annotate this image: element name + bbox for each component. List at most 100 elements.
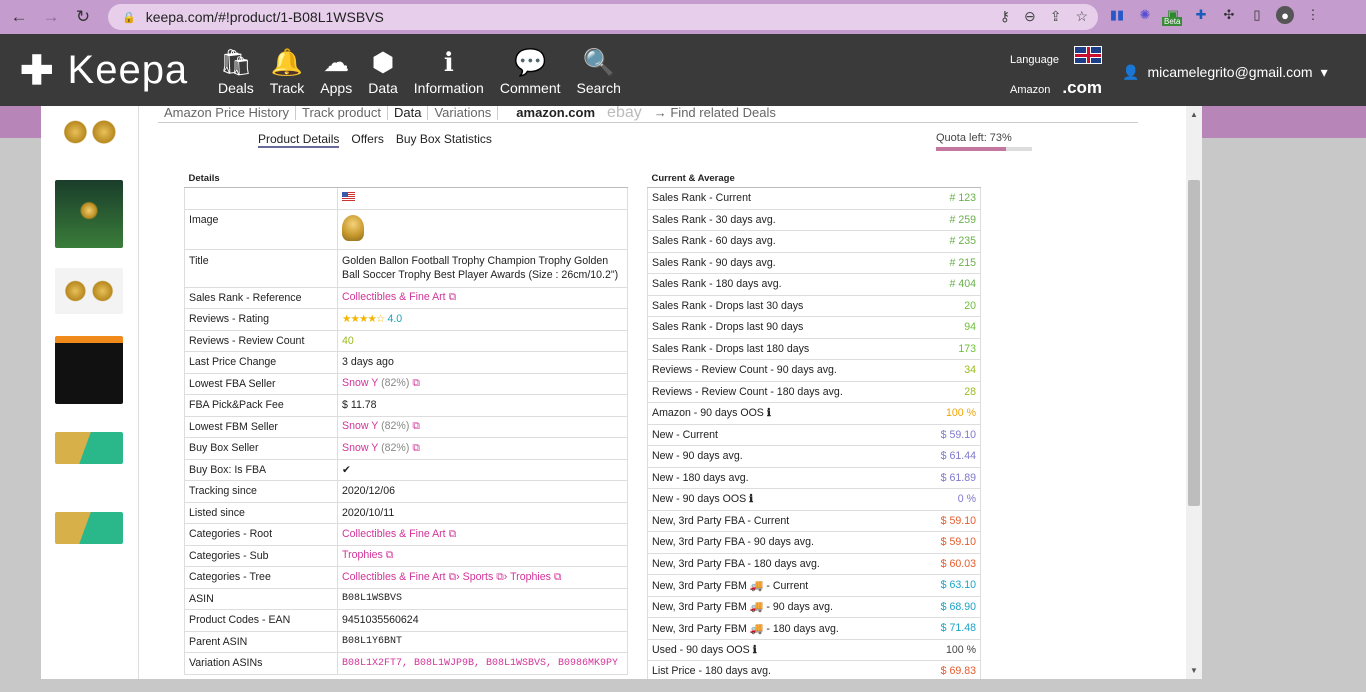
profile-avatar[interactable]: ● [1276,6,1294,24]
stat-key: Used - 90 days OOS [652,643,750,656]
menu-data[interactable]: ⬢ Data [368,44,398,96]
subtab-buy-box-statistics[interactable]: Buy Box Statistics [396,132,492,148]
bookmark-star-icon[interactable]: ☆ [1075,8,1088,25]
category-link[interactable]: Collectibles & Fine Art [342,571,446,583]
menu-deals[interactable]: 🛍 Deals [218,44,254,96]
detail-key: Reviews - Rating [184,308,338,331]
thumbnail-2[interactable] [55,180,123,248]
beta-badge: Beta [1162,17,1183,26]
current-header: Current & Average [647,168,981,188]
keepa-extension-icon[interactable]: ▮▮ [1108,6,1126,24]
uk-flag-icon[interactable] [1074,46,1102,64]
sidepanel-icon[interactable]: ▯ [1248,6,1266,24]
back-icon[interactable]: ← [6,4,32,30]
menu-search[interactable]: 🔍 Search [577,44,621,96]
modal-scrollbar[interactable]: ▲ ▼ [1186,106,1202,679]
subtab-product-details[interactable]: Product Details [258,132,340,148]
tab-variations[interactable]: Variations [428,106,499,120]
tab-data[interactable]: Data [388,106,429,120]
chat-icon: 💬 [513,47,547,77]
subtab-offers[interactable]: Offers [351,132,383,148]
category-link[interactable]: Sports [463,571,494,583]
plus-icon: ✚ [20,48,54,93]
user-menu[interactable]: 👤 micamelegrito@gmail.com ▾ [1122,64,1328,81]
menu-information[interactable]: ℹ Information [414,44,484,96]
seller-link[interactable]: Snow Y [342,442,378,454]
rating-value: 4.0 [387,313,403,326]
thumbnail-4[interactable] [55,336,123,404]
external-link-icon[interactable]: ⧉ [449,528,457,540]
detail-key: Categories - Tree [184,566,338,589]
url-text[interactable]: keepa.com/#!product/1-B08L1WSBVS [146,9,384,25]
stat-key: New, 3rd Party FBM [652,601,747,614]
brand-name: Keepa [67,48,189,92]
scroll-up-icon[interactable]: ▲ [1186,110,1202,119]
tab-price-history[interactable]: Amazon Price History [158,106,296,120]
thumbnail-1[interactable] [55,108,123,156]
puzzle-icon[interactable]: ✣ [1220,6,1238,24]
stat-value: $ 61.89 [898,467,981,489]
ebay-logo[interactable]: ebay [601,106,648,122]
address-bar[interactable]: 🔒 keepa.com/#!product/1-B08L1WSBVS ⚷ ⊖ ⇪… [108,4,1098,30]
external-link-icon[interactable]: ⧉ [412,377,420,389]
product-image[interactable] [342,214,364,241]
seller-rating: (82%) [381,377,410,390]
seller-link[interactable]: Snow Y [342,377,378,389]
stat-value: # 259 [898,209,981,231]
beta-extension-icon[interactable]: ▣ Beta [1162,6,1183,26]
stat-key: New, 3rd Party FBM [652,622,747,635]
product-title: Golden Ballon Football Trophy Champion T… [337,249,628,288]
external-link-icon[interactable]: ⧉ [386,549,394,561]
external-link-icon[interactable]: ⧉ [412,420,420,432]
shopping-bag-icon: 🛍 [219,47,253,77]
cloud-download-icon: ☁ [323,47,350,77]
scroll-down-icon[interactable]: ▼ [1186,666,1202,675]
detail-key [184,187,338,210]
scrollbar-thumb[interactable] [1188,180,1200,506]
key-icon[interactable]: ⚷ [1000,8,1010,25]
more-menu-icon[interactable]: ⋮ [1304,6,1322,24]
amazon-logo[interactable]: amazon.com [510,106,601,120]
menu-label: Data [368,80,398,96]
menu-track[interactable]: 🔔 Track [270,44,304,96]
menu-label: Search [576,80,621,96]
thumbnail-3[interactable] [55,268,123,314]
keepa-logo[interactable]: ✚ Keepa [20,48,188,93]
thumbnail-5[interactable] [55,432,123,464]
category-link[interactable]: Trophies [342,549,383,561]
external-link-icon[interactable]: ⧉ [554,571,562,583]
keepa-header: ✚ Keepa 🛍 Deals 🔔 Track ☁ Apps ⬢ Data ℹ Infor… [0,34,1366,106]
stat-value: # 235 [898,230,981,253]
external-link-icon[interactable]: ⧉ [449,291,457,303]
category-link[interactable]: Collectibles & Fine Art [342,291,446,303]
detail-key: Last Price Change [184,351,338,374]
share-icon[interactable]: ⇪ [1050,8,1062,25]
info-icon[interactable]: ℹ [749,493,753,505]
category-link[interactable]: Collectibles & Fine Art [342,528,446,540]
seller-link[interactable]: Snow Y [342,420,378,432]
sparkle-extension-icon[interactable]: ✺ [1136,6,1154,24]
forward-icon[interactable]: → [38,4,64,30]
tab-track-product[interactable]: Track product [296,106,388,120]
user-email: micamelegrito@gmail.com [1147,64,1313,80]
stat-value: 100 % [898,639,981,661]
external-link-icon[interactable]: ⧉ [496,571,504,583]
external-link-icon[interactable]: ⧉ [412,442,420,454]
thumbnail-6[interactable] [55,512,123,544]
menu-comment[interactable]: 💬 Comment [500,44,561,96]
info-icon[interactable]: ℹ [767,407,771,419]
truck-icon: 🚚 [749,622,764,635]
menu-apps[interactable]: ☁ Apps [320,44,352,96]
menu-label: Information [413,80,484,96]
category-link[interactable]: Trophies [510,571,551,583]
variation-asins[interactable]: B08L1X2FT7, B08L1WJP9B, B08L1WSBVS, B098… [337,652,628,675]
reload-icon[interactable]: ↻ [70,4,96,30]
domain-selector[interactable]: .com [1062,78,1102,97]
zoom-icon[interactable]: ⊖ [1024,8,1036,25]
detail-key: Lowest FBM Seller [184,416,338,438]
shield-extension-icon[interactable]: ✚ [1192,6,1210,24]
product-content: Amazon Price History Track product Data … [158,106,1188,679]
find-related-deals-link[interactable]: → Find related Deals [648,106,782,120]
search-icon: 🔍 [582,47,615,77]
info-icon[interactable]: ℹ [753,644,757,656]
